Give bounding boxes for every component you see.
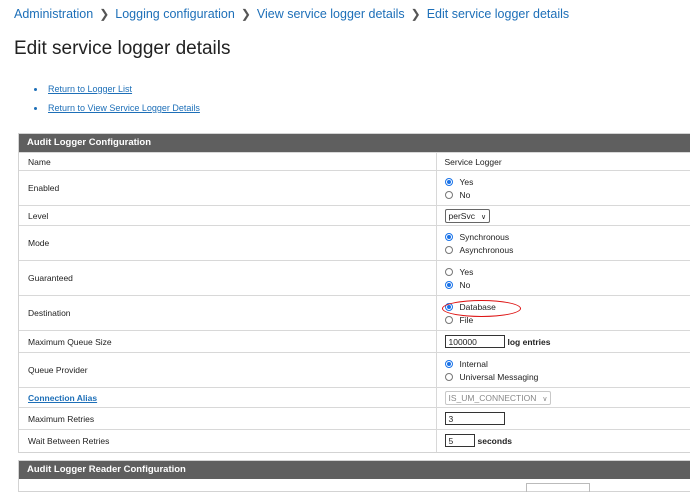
select-value: perSvc	[449, 211, 475, 221]
table-row-max-retries: Maximum Retries 3	[19, 408, 690, 430]
enabled-yes-option[interactable]: Yes	[445, 175, 690, 188]
option-label: Universal Messaging	[460, 372, 539, 382]
table-header-row: Name Service Logger	[19, 153, 690, 171]
audit-logger-config-panel: Audit Logger Configuration Name Service …	[18, 133, 690, 453]
table-row-queue-provider: Queue Provider Internal Universal Messag…	[19, 353, 690, 388]
row-label: Level	[19, 206, 436, 226]
row-label: Maximum Queue Size	[19, 331, 436, 353]
breadcrumb: Administration ❯ Logging configuration ❯ Vie…	[14, 7, 569, 21]
row-label: Mode	[19, 226, 436, 261]
chevron-down-icon: ∨	[481, 214, 486, 221]
list-item: Return to Logger List	[34, 84, 200, 103]
radio-unchecked-icon[interactable]	[445, 316, 453, 324]
radio-unchecked-icon[interactable]	[445, 268, 453, 276]
col-name-header: Name	[19, 153, 436, 171]
chevron-right-icon: ❯	[241, 7, 251, 21]
max-retries-input[interactable]: 3	[445, 412, 505, 425]
nav-links: Return to Logger List Return to View Ser…	[34, 84, 200, 122]
destination-database-option[interactable]: Database	[445, 300, 690, 313]
radio-checked-icon[interactable]	[445, 178, 453, 186]
radio-checked-icon[interactable]	[445, 233, 453, 241]
mode-synchronous-option[interactable]: Synchronous	[445, 230, 690, 243]
breadcrumb-edit-service-logger[interactable]: Edit service logger details	[427, 7, 569, 21]
radio-checked-icon[interactable]	[445, 303, 453, 311]
chevron-down-icon: ∨	[542, 396, 547, 403]
enabled-no-option[interactable]: No	[445, 188, 690, 201]
panel-header: Audit Logger Reader Configuration	[19, 461, 690, 479]
option-label: No	[460, 190, 471, 200]
select-value: IS_UM_CONNECTION	[449, 393, 537, 403]
option-label: File	[460, 315, 474, 325]
audit-logger-reader-panel: Audit Logger Reader Configuration	[18, 460, 690, 492]
row-label: Queue Provider	[19, 353, 436, 388]
guaranteed-no-option[interactable]: No	[445, 278, 690, 291]
table-row-level: Level perSvc ∨	[19, 206, 690, 226]
return-to-view-details-link[interactable]: Return to View Service Logger Details	[48, 103, 200, 113]
row-label: Enabled	[19, 171, 436, 206]
panel-header: Audit Logger Configuration	[19, 134, 690, 152]
radio-unchecked-icon[interactable]	[445, 246, 453, 254]
table-row-enabled: Enabled Yes No	[19, 171, 690, 206]
guaranteed-yes-option[interactable]: Yes	[445, 265, 690, 278]
breadcrumb-view-service-logger[interactable]: View service logger details	[257, 7, 405, 21]
field-suffix: log entries	[508, 337, 551, 347]
page-title: Edit service logger details	[14, 38, 231, 60]
radio-checked-icon[interactable]	[445, 281, 453, 289]
breadcrumb-administration[interactable]: Administration	[14, 7, 93, 21]
connection-alias-select: IS_UM_CONNECTION ∨	[445, 391, 552, 405]
radio-checked-icon[interactable]	[445, 360, 453, 368]
field-suffix: seconds	[478, 436, 513, 446]
destination-radio-group: Database File	[436, 296, 690, 331]
option-label: Synchronous	[460, 232, 510, 242]
table-row-guaranteed: Guaranteed Yes No	[19, 261, 690, 296]
return-to-logger-list-link[interactable]: Return to Logger List	[48, 84, 132, 94]
row-label: Destination	[19, 296, 436, 331]
mode-radio-group: Synchronous Asynchronous	[436, 226, 690, 261]
connection-alias-link[interactable]: Connection Alias	[28, 393, 97, 403]
option-label: Internal	[460, 359, 488, 369]
destination-file-option[interactable]: File	[445, 313, 690, 326]
list-item: Return to View Service Logger Details	[34, 103, 200, 122]
chevron-right-icon: ❯	[99, 7, 109, 21]
option-label: Yes	[460, 267, 474, 277]
table-row-max-queue: Maximum Queue Size 100000log entries	[19, 331, 690, 353]
max-queue-size-input[interactable]: 100000	[445, 335, 505, 348]
option-label: No	[460, 280, 471, 290]
chevron-right-icon: ❯	[411, 7, 421, 21]
table-row-mode: Mode Synchronous Asynchronous	[19, 226, 690, 261]
table-row-destination: Destination Database File	[19, 296, 690, 331]
queue-provider-um-option[interactable]: Universal Messaging	[445, 370, 690, 383]
mode-asynchronous-option[interactable]: Asynchronous	[445, 243, 690, 256]
row-label: Wait Between Retries	[19, 430, 436, 452]
row-label: Maximum Retries	[19, 408, 436, 430]
radio-unchecked-icon[interactable]	[445, 373, 453, 381]
wait-between-retries-input[interactable]: 5	[445, 434, 475, 447]
option-label: Database	[460, 302, 496, 312]
option-label: Yes	[460, 177, 474, 187]
radio-unchecked-icon[interactable]	[445, 191, 453, 199]
queue-provider-internal-option[interactable]: Internal	[445, 357, 690, 370]
table-row-connection-alias: Connection Alias IS_UM_CONNECTION ∨	[19, 388, 690, 408]
col-value-header: Service Logger	[436, 153, 690, 171]
config-table: Name Service Logger Enabled Yes No Level…	[19, 152, 690, 452]
partial-field	[526, 483, 590, 492]
row-label: Guaranteed	[19, 261, 436, 296]
guaranteed-radio-group: Yes No	[436, 261, 690, 296]
queue-provider-radio-group: Internal Universal Messaging	[436, 353, 690, 388]
option-label: Asynchronous	[460, 245, 514, 255]
enabled-radio-group: Yes No	[436, 171, 690, 206]
level-select[interactable]: perSvc ∨	[445, 209, 491, 223]
breadcrumb-logging-configuration[interactable]: Logging configuration	[115, 7, 235, 21]
table-row-wait-retries: Wait Between Retries 5seconds	[19, 430, 690, 452]
